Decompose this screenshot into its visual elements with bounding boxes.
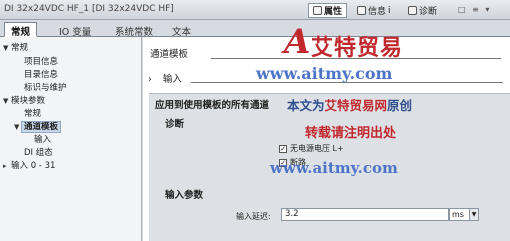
navigation-tree: ▼ 常规 项目信息 目录信息 标识与维护 ▼ 模块参数 常规 ▼ 通道模板 输入 DI… (0, 37, 142, 241)
tab-properties-label: 属性 (324, 7, 343, 17)
tree-item-module-params[interactable]: ▼ 模块参数 (3, 94, 45, 106)
window-controls-icon[interactable]: □ ≡ ▾ (458, 5, 491, 14)
properties-icon (313, 6, 322, 15)
tree-item-label: 常规 (11, 43, 29, 53)
unit-value: ms (452, 210, 464, 219)
title-bar: DI 32x24VDC HF_1 [DI 32x24VDC HF] 属性 信息 … (0, 0, 510, 20)
tree-item-label: 输入 0 - 31 (11, 161, 56, 171)
watermark-prefix: 本文为 (287, 98, 325, 113)
watermark-brand: 艾特贸易网 (324, 98, 388, 113)
input-parameters-heading: 输入参数 (165, 190, 204, 201)
collapse-arrow-icon[interactable]: ▸ (3, 162, 11, 170)
tree-item-catalog-info[interactable]: 目录信息 (24, 68, 58, 80)
tree-item-label: 通道模板 (20, 121, 62, 133)
no-supply-voltage-checkbox[interactable]: ✓ (279, 144, 287, 153)
view-tabs: 常规 IO 变量 系统常数 文本 (0, 20, 510, 38)
chevron-right-icon: › (148, 74, 152, 85)
expand-arrow-icon[interactable]: ▼ (3, 44, 11, 52)
tab-system-constants[interactable]: 系统常数 (108, 22, 160, 38)
input-delay-field[interactable]: 3.2 (281, 208, 449, 221)
watermark-notice-line-2: 转载请注明出处 (305, 126, 397, 141)
tab-info-label: 信息 (368, 7, 387, 17)
tab-general[interactable]: 常规 (4, 22, 38, 38)
tab-properties[interactable]: 属性 (308, 3, 348, 18)
apply-to-all-header: 应用到使用模板的所有通道 (155, 100, 270, 111)
diagnostics-icon (408, 6, 417, 15)
watermark-notice-line-1: 本文为艾特贸易网原创 (287, 95, 412, 114)
tree-item-input[interactable]: 输入 (34, 133, 51, 145)
info-icon (357, 6, 366, 15)
tree-item-module-general[interactable]: 常规 (24, 107, 41, 119)
tree-item-inputs-0-31[interactable]: ▸ 输入 0 - 31 (3, 159, 55, 171)
input-subsection-header[interactable]: › 输入 (148, 71, 182, 85)
tree-item-label: 模块参数 (11, 96, 46, 106)
tab-texts[interactable]: 文本 (165, 22, 198, 38)
watermark-url-top: www.aitmy.com (256, 64, 393, 83)
input-delay-label: 输入延迟: (236, 212, 271, 221)
input-delay-unit-select[interactable]: ms ▼ (449, 208, 479, 221)
tab-info[interactable]: 信息 i (353, 3, 395, 18)
input-subsection-label: 输入 (162, 74, 182, 85)
tab-diagnostics-label: 诊断 (419, 7, 438, 17)
tree-item-identification[interactable]: 标识与维护 (24, 81, 67, 93)
tab-io-tags[interactable]: IO 变量 (52, 22, 98, 38)
no-supply-voltage-option[interactable]: ✓ 无电源电压 L+ (279, 143, 344, 154)
expand-arrow-icon[interactable]: ▼ (14, 123, 22, 131)
tree-item-di-config[interactable]: DI 组态 (24, 146, 53, 158)
expand-arrow-icon[interactable]: ▼ (3, 97, 11, 105)
tree-item-channel-template[interactable]: ▼ 通道模板 (14, 120, 62, 133)
watermark-suffix: 原创 (387, 98, 413, 113)
tree-item-general[interactable]: ▼ 常规 (3, 41, 28, 53)
info-suffix: i (388, 5, 391, 16)
watermark-logo-letter: A (284, 22, 311, 62)
dropdown-arrow-icon[interactable]: ▼ (469, 209, 478, 220)
window-title: DI 32x24VDC HF_1 [DI 32x24VDC HF] (4, 4, 174, 14)
section-title: 通道模板 (150, 49, 189, 60)
diagnostics-heading: 诊断 (165, 119, 185, 130)
tree-item-project-info[interactable]: 项目信息 (24, 55, 58, 67)
watermark-url-bottom: www.aitmy.com (270, 159, 398, 177)
no-supply-voltage-label: 无电源电压 L+ (290, 144, 344, 153)
tab-diagnostics[interactable]: 诊断 (404, 3, 441, 18)
watermark-logo-text: 艾特贸易 (311, 35, 404, 61)
